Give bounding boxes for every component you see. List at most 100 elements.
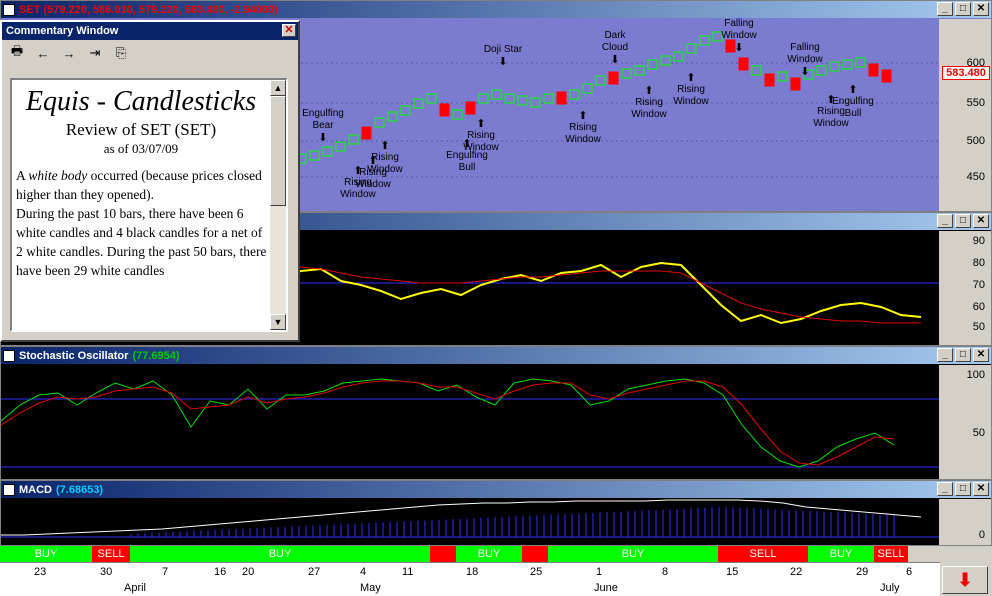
price-pane-titlebar[interactable]: SET (579.220, 586.030, 579.220, 583.480,… [1,1,991,18]
candle [790,77,801,91]
export-icon[interactable]: ⎘ [112,45,130,61]
date-tick: 27 [308,566,321,578]
candle-pattern-annotation: Dark Cloud ⬇ [592,30,638,66]
restore-button[interactable]: □ [955,348,971,362]
close-button[interactable]: ✕ [973,482,989,496]
date-axis: 23 30 7 16 20 27 4 11 18 25 1 8 15 22 29 6 April May June J… [0,562,940,596]
stochastic-title: Stochastic Oscillator [19,349,129,362]
date-tick: 6 [906,566,913,578]
candle [660,55,671,66]
macd-pane: MACD (7.68653) _ □ ✕ 0 [0,480,992,546]
close-button[interactable]: ✕ [973,2,989,16]
annotation-label: Engulfing Bear [302,108,344,131]
stochastic-chart[interactable] [1,365,941,479]
commentary-body[interactable]: Equis - Candlesticks Review of SET (SET)… [10,78,288,332]
date-tick: 30 [100,566,113,578]
candle [621,68,632,79]
commentary-date: as of 03/07/09 [103,141,179,156]
candle-pattern-annotation: ⬆ Rising Window [668,72,714,108]
scroll-thumb[interactable] [270,96,286,206]
macd-chart[interactable] [1,499,941,545]
candle [569,89,580,100]
candle [582,83,593,94]
date-tick: 7 [162,566,169,578]
stochastic-pane-titlebar[interactable]: Stochastic Oscillator (77.6954) _ □ ✕ [1,347,991,364]
signal-segment: BUY [0,546,92,562]
forward-arrow-icon[interactable]: → [60,46,78,61]
restore-button[interactable]: □ [955,214,971,228]
candle [491,89,502,100]
candle [686,43,697,54]
rsi-tick: 90 [972,235,985,247]
price-tick: 450 [966,171,985,183]
date-tick: 8 [662,566,669,578]
candle [842,59,853,70]
month-label: May [360,582,381,594]
stochastic-value: (77.6954) [132,349,180,362]
candle [829,61,840,72]
macd-value: (7.68653) [56,483,104,496]
skip-to-end-icon[interactable]: ⇥ [86,45,104,61]
rsi-tick: 70 [972,279,985,291]
date-tick: 15 [726,566,739,578]
scroll-down-arrow-icon[interactable]: ⬇ [942,566,988,594]
candle-pattern-annotation: ⬆ Rising Window [362,140,408,176]
candle [738,57,749,71]
date-tick: 1 [596,566,603,578]
commentary-close-button[interactable]: ✕ [282,24,296,37]
scroll-up-icon[interactable]: ▲ [270,80,286,96]
last-price-label: 583.480 [942,66,990,80]
down-arrow-icon: ⬇ [498,56,508,68]
candle [543,93,554,104]
macd-pane-titlebar[interactable]: MACD (7.68653) _ □ ✕ [1,481,991,498]
candle [426,93,437,104]
commentary-heading: Equis - Candlesticks [25,86,257,117]
minimize-button[interactable]: _ [937,482,953,496]
month-label: June [594,582,618,594]
print-icon[interactable]: 🖶 [8,42,26,64]
minimize-button[interactable]: _ [937,348,953,362]
annotation-label: Rising Window [565,122,601,145]
commentary-scrollbar[interactable]: ▲ ▼ [270,80,286,330]
candle [309,150,320,161]
down-arrow-icon: ⬇ [318,132,328,144]
pane-icon [3,349,15,362]
annotation-label: Falling Window [721,18,757,41]
candle [439,103,450,117]
price-axis: 600 550 500 450 [939,19,991,211]
rsi-tick: 80 [972,257,985,269]
commentary-titlebar[interactable]: Commentary Window ✕ [2,22,298,40]
minimize-button[interactable]: _ [937,2,953,16]
signal-segment: SELL [92,546,130,562]
rsi-tick: 50 [972,321,985,333]
scroll-down-icon[interactable]: ▼ [270,314,286,330]
minimize-button[interactable]: _ [937,214,953,228]
close-button[interactable]: ✕ [973,214,989,228]
stochastic-tick: 50 [972,427,985,439]
date-tick: 11 [402,566,414,578]
close-button[interactable]: ✕ [973,348,989,362]
candle [530,97,541,108]
candle [465,101,476,115]
candle [634,65,645,76]
candle [855,57,866,68]
candle-pattern-annotation: Falling Window ⬇ [782,42,828,78]
up-arrow-icon: ⬆ [644,85,654,97]
date-tick: 20 [242,566,255,578]
candle [517,95,528,106]
restore-button[interactable]: □ [955,2,971,16]
candle [400,105,411,116]
candle [881,69,892,83]
restore-button[interactable]: □ [955,482,971,496]
price-pane-title: SET (579.220, 586.030, 579.220, 583.480,… [19,3,278,16]
up-arrow-icon: ⬆ [578,110,588,122]
candle [478,93,489,104]
signal-segment: BUY [130,546,430,562]
candle [595,75,606,86]
candle [413,98,424,109]
commentary-title: Commentary Window [6,25,119,37]
rsi-axis: 90 80 70 60 50 [939,231,991,345]
candle [751,65,762,76]
candle [348,134,359,145]
back-arrow-icon[interactable]: ← [34,46,52,61]
